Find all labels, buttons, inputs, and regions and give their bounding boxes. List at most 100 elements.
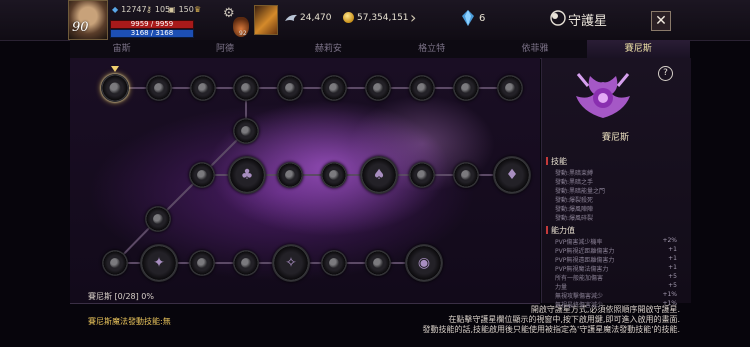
guardian-skill-icon: ♣ [240, 167, 254, 183]
crystal-count: 6 [479, 13, 486, 24]
stat-value: +2% [662, 237, 677, 244]
star-node[interactable] [321, 250, 347, 276]
guardian-skill-icon: ✧ [285, 255, 297, 271]
current-node-marker [111, 66, 119, 72]
gem-counter: ◆ 12747 [112, 5, 147, 14]
guardian-star-window: 90 ◆ 12747 ⚷ 105 ▣ 150 ♛ 9959 / 9959 316… [0, 0, 750, 347]
stat-row: 無視攻擊傷害減少 +1% [555, 291, 677, 300]
constellation-board: ♣ ♠ ♦ ✦ ✧ ◉ [70, 58, 540, 303]
star-node[interactable] [365, 250, 391, 276]
star-node[interactable] [233, 118, 259, 144]
key-icon: ⚷ [146, 5, 152, 14]
star-node[interactable] [233, 250, 259, 276]
stat-row: PVP無視遠距離傷害力 +1 [555, 255, 677, 264]
tab-helian[interactable]: 赫莉安 [277, 40, 380, 58]
gem-small-icon: ◆ [112, 5, 119, 14]
trophy-counter[interactable]: ♛ [194, 5, 201, 14]
help-description: 開啟守護星方式,必須依照順序開啟守護星. 在點擊守護星欄位顯示的視窗中,按下啟用… [380, 305, 680, 335]
stats-section-title: 能力值 [546, 226, 575, 235]
stat-name: 力量 [555, 284, 568, 291]
stat-b-counter: ▣ 150 [168, 5, 194, 14]
star-node[interactable] [145, 206, 171, 232]
rose-emblem-icon [576, 73, 630, 118]
guardian-skill-icon: ♠ [372, 167, 386, 183]
star-node[interactable] [277, 162, 303, 188]
guardian-tabs: 宙斯 阿德 赫莉安 格立特 依菲雅 賽尼斯 [70, 40, 690, 59]
stat-value: +1 [668, 255, 677, 262]
star-node[interactable] [365, 75, 391, 101]
tab-ade[interactable]: 阿德 [173, 40, 276, 58]
star-node[interactable] [233, 75, 259, 101]
star-node[interactable] [321, 162, 347, 188]
star-node[interactable] [189, 250, 215, 276]
mp-bar: 3168 / 3168 [110, 29, 194, 38]
stat-value: +1 [668, 246, 677, 253]
stat-row: 所有一般能加傷害 +5 [555, 273, 677, 282]
star-node[interactable] [146, 75, 172, 101]
major-star-node[interactable]: ♦ [493, 156, 531, 194]
star-node[interactable] [453, 75, 479, 101]
window-title: 守護星 [568, 14, 608, 29]
stat-value: +1% [662, 300, 677, 307]
star-node[interactable] [409, 162, 435, 188]
gold-count: 57,354,151 [357, 13, 409, 23]
bag-icon: ▣ [168, 5, 176, 14]
tab-gelite[interactable]: 格立特 [380, 40, 483, 58]
guardian-skill-icon: ◉ [417, 255, 431, 271]
stat-name: 無視攻擊傷害減少 [555, 293, 604, 300]
stat-value: +1% [662, 291, 677, 298]
star-node[interactable] [453, 162, 479, 188]
wing-icon [285, 14, 297, 21]
major-star-node[interactable]: ♣ [228, 156, 266, 194]
stat-b-value: 150 [178, 5, 194, 14]
stat-name: 所有一般能加傷害 [555, 275, 604, 282]
tab-yifeiya[interactable]: 依菲雅 [483, 40, 586, 58]
star-node[interactable] [321, 75, 347, 101]
star-node[interactable] [190, 75, 216, 101]
stat-value: +1 [668, 264, 677, 271]
guardian-skill-icon: ♦ [505, 167, 519, 183]
stat-row: PVP無視近距離傷害力 +1 [555, 246, 677, 255]
stat-row: PVP無視魔法傷害力 +1 [555, 264, 677, 273]
major-star-node[interactable]: ♠ [360, 156, 398, 194]
guardian-skill-icon: ✦ [153, 255, 165, 271]
stat-a-counter: ⚷ 105 [146, 5, 170, 14]
trophy-icon: ♛ [194, 5, 202, 14]
stat-value: +5 [668, 273, 677, 280]
character-level: 90 [72, 20, 89, 35]
star-node[interactable] [497, 75, 523, 101]
star-node[interactable] [102, 250, 128, 276]
star-node[interactable] [409, 75, 435, 101]
guardian-star-icon [550, 10, 566, 26]
stat-name: PVP傷害減少機率 [555, 239, 603, 246]
potion-count: 92 [239, 30, 247, 37]
major-star-node[interactable]: ◉ [405, 244, 443, 282]
constellation-progress: 賽尼斯 [0/28] 0% [88, 292, 154, 301]
stat-row: PVP傷害減少機率 +2% [555, 237, 677, 246]
stat-name: PVP無視近距離傷害力 [555, 248, 615, 255]
quick-skill-slot[interactable] [254, 5, 278, 35]
wing-count: 24,470 [300, 13, 332, 23]
hp-bar: 9959 / 9959 [110, 20, 194, 29]
help-line: 發動技能的話,技能啟用後只能使用被指定為'守護星魔法發動技能'的技能. [422, 325, 680, 334]
gold-coin-icon [343, 12, 354, 23]
skill-item: 發動:爆風碎裂 [555, 215, 594, 222]
help-line: 在點擊守護星欄位顯示的視窗中,按下啟用鍵,即可進入啟用的畫面. [448, 315, 680, 324]
close-icon[interactable]: ✕ [651, 11, 671, 31]
star-node[interactable] [277, 75, 303, 101]
major-star-node[interactable]: ✧ [272, 244, 310, 282]
help-icon[interactable]: ? [658, 66, 673, 81]
star-node[interactable] [189, 162, 215, 188]
stat-value: +5 [668, 282, 677, 289]
stat-name: PVP無視魔法傷害力 [555, 266, 609, 273]
tab-zeus[interactable]: 宙斯 [70, 40, 173, 58]
crystal-icon [462, 10, 474, 26]
magic-effect-skill: 賽尼斯魔法發動技能:無 [88, 317, 171, 326]
tab-sainisi[interactable]: 賽尼斯 [586, 40, 690, 58]
divider [70, 303, 540, 304]
skill-item: 發動:黑暗束縛 [555, 170, 594, 177]
major-star-node[interactable]: ✦ [140, 244, 178, 282]
star-node[interactable] [101, 74, 129, 102]
skill-item: 發動:爆風陣陣 [555, 206, 594, 213]
chevron-right-icon[interactable]: › [410, 8, 416, 27]
